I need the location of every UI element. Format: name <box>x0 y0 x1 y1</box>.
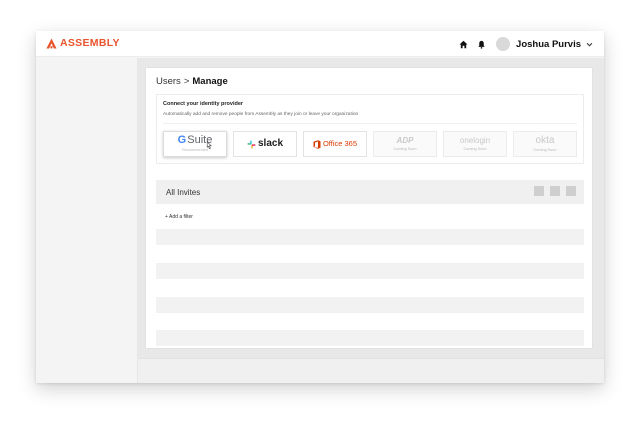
add-filter-link[interactable]: + Add a filter <box>165 214 193 220</box>
brand-logo[interactable]: ASSEMBLY <box>46 38 120 49</box>
manage-users-panel: Users > Manage Connect your identity provi… <box>146 68 592 348</box>
adp-text: ADP <box>396 135 414 145</box>
office365-logo: Office 365 <box>313 139 358 149</box>
breadcrumb: Users > Manage <box>156 76 228 87</box>
brand-name: ASSEMBLY <box>60 37 120 49</box>
table-row[interactable] <box>156 297 584 313</box>
onelogin-text: onelogin <box>459 135 491 145</box>
breadcrumb-separator: > <box>183 76 190 87</box>
avatar[interactable] <box>496 37 511 51</box>
adp-provider-button: ADP Coming Soon <box>373 131 437 157</box>
gsuite-provider-button[interactable]: G Suite Recommended <box>163 131 227 157</box>
assembly-logo-icon <box>46 38 57 49</box>
okta-provider-button: okta Coming Soon <box>513 131 577 157</box>
slack-provider-button[interactable]: slack <box>233 131 297 157</box>
user-name[interactable]: Joshua Purvis <box>516 39 581 50</box>
onelogin-provider-button: onelogin Coming Soon <box>443 131 507 157</box>
content-footer <box>138 358 604 383</box>
office-icon <box>313 139 321 149</box>
office365-provider-button[interactable]: Office 365 <box>303 131 367 157</box>
breadcrumb-users[interactable]: Users <box>156 76 181 87</box>
chevron-down-icon[interactable] <box>586 40 594 48</box>
app-window: ASSEMBLY Joshua Purvis Users > Manage Conn… <box>36 31 604 383</box>
gsuite-g: G <box>177 134 187 147</box>
table-row[interactable] <box>156 263 584 279</box>
identity-provider-title: Connect your identity provider <box>163 101 244 107</box>
action-button-1[interactable] <box>534 186 544 196</box>
bell-icon[interactable] <box>475 38 487 50</box>
invites-title: All Invites <box>166 187 201 197</box>
adp-logo: ADP <box>396 135 414 145</box>
header-actions: Joshua Purvis <box>451 31 594 57</box>
adp-subtitle: Coming Soon <box>393 146 417 151</box>
office365-text: Office 365 <box>322 139 358 149</box>
mouse-pointer-icon <box>206 141 212 149</box>
divider <box>163 123 577 124</box>
okta-text: okta <box>535 134 555 146</box>
table-row[interactable] <box>156 330 584 346</box>
identity-provider-section: Connect your identity provider Automatic… <box>156 94 584 164</box>
action-button-2[interactable] <box>550 186 560 196</box>
top-bar: ASSEMBLY Joshua Purvis <box>36 31 604 57</box>
onelogin-logo: onelogin <box>459 135 491 145</box>
slack-icon <box>247 139 256 149</box>
okta-subtitle: Coming Soon <box>533 147 557 152</box>
slack-logo: slack <box>247 139 283 149</box>
identity-provider-description: Automatically add and remove people from… <box>163 112 359 117</box>
slack-text: slack <box>257 138 284 149</box>
invites-actions <box>528 186 576 196</box>
onelogin-subtitle: Coming Soon <box>463 146 487 151</box>
invites-header: All Invites <box>156 180 584 204</box>
okta-logo: okta <box>535 134 555 146</box>
sidebar <box>36 58 138 383</box>
table-row[interactable] <box>156 229 584 245</box>
home-icon[interactable] <box>457 38 469 50</box>
breadcrumb-current: Manage <box>192 76 228 87</box>
action-button-3[interactable] <box>566 186 576 196</box>
gsuite-subtitle: Recommended <box>182 148 208 153</box>
